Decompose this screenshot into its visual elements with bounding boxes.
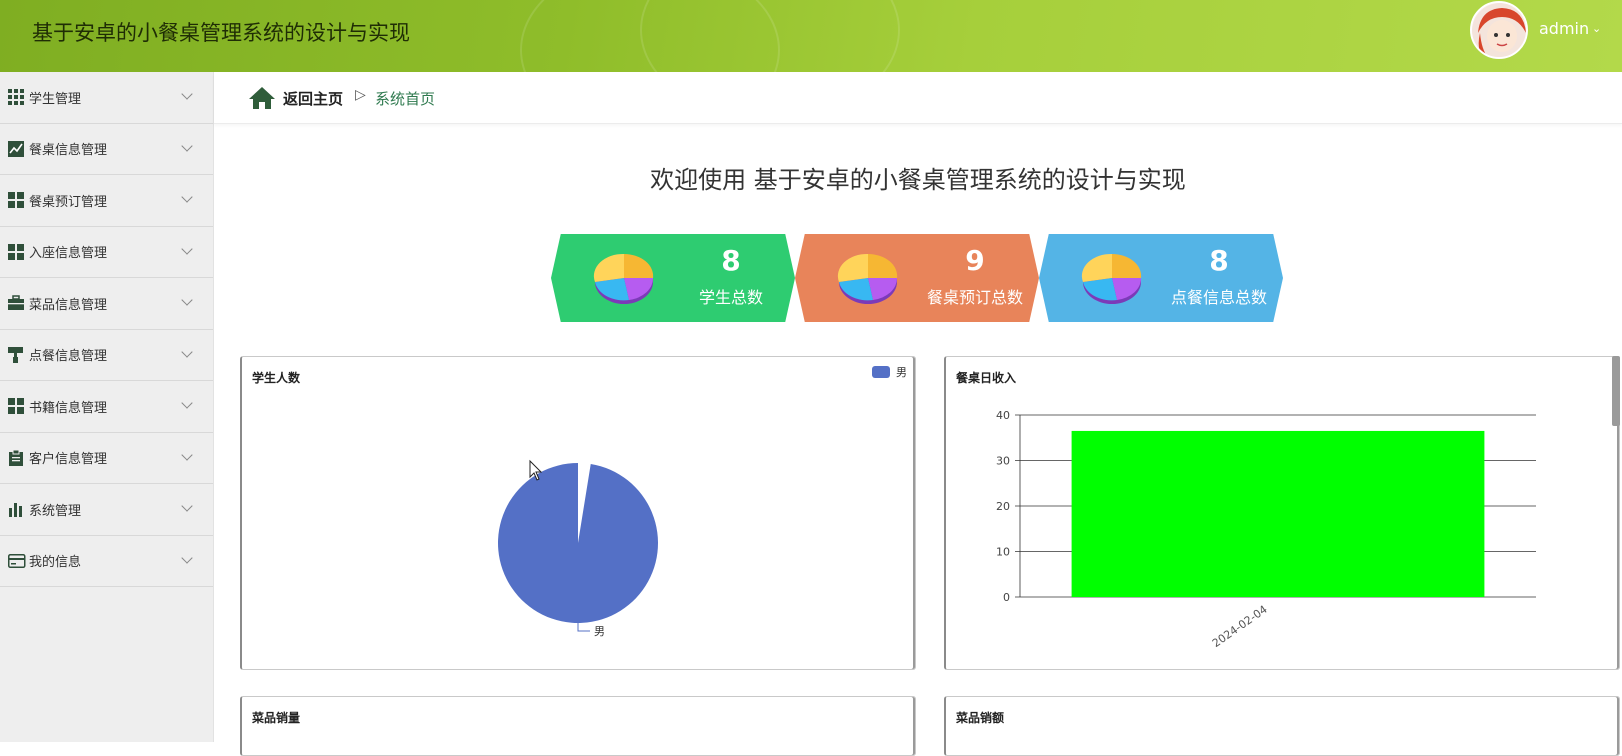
sidebar-item-student[interactable]: 学生管理: [0, 72, 213, 124]
chevron-down-icon: [181, 448, 193, 461]
sidebar-item-label: 菜品信息管理: [29, 297, 108, 313]
chevron-down-icon[interactable]: ⌄: [1592, 22, 1601, 35]
pie-slice[interactable]: [498, 463, 658, 623]
paint-roller-icon: [8, 346, 24, 363]
stat-card-orders: 8 点餐信息总数: [1039, 234, 1283, 322]
sidebar-item-label: 入座信息管理: [29, 246, 108, 262]
panel-title: 菜品销额: [956, 711, 1005, 725]
chevron-down-icon: [181, 242, 193, 255]
chevron-down-icon: [181, 500, 193, 512]
chevron-down-icon: [181, 294, 193, 306]
sidebar-item-system[interactable]: 系统管理: [0, 484, 213, 536]
stat-value: 8: [721, 244, 741, 277]
sidebar-item-table-booking[interactable]: 餐桌预订管理: [0, 175, 213, 227]
sidebar-item-label: 点餐信息管理: [29, 349, 108, 365]
pie-slice-label: 男: [594, 625, 605, 638]
student-count-panel: 学生人数 男 男: [240, 356, 916, 670]
grid-icon: [8, 89, 24, 106]
tiles-icon: [8, 398, 24, 415]
y-tick-label: 30: [996, 455, 1010, 468]
sidebar-item-table-info[interactable]: 餐桌信息管理: [0, 124, 213, 175]
chevron-down-icon: [181, 88, 193, 100]
line-chart-icon: [8, 140, 24, 157]
breadcrumb: 返回主页 ▷ 系统首页: [214, 72, 1622, 124]
dish-sales-amount-panel: 菜品销额: [944, 696, 1620, 756]
sidebar-item-book[interactable]: 书籍信息管理: [0, 381, 213, 433]
tiles-icon: [8, 192, 24, 209]
sidebar-item-label: 餐桌信息管理: [29, 143, 108, 159]
chevron-down-icon: [181, 139, 193, 152]
table-income-bar-chart: 0 10 20 30 40 2024-02-04: [996, 409, 1536, 650]
sidebar-item-customer[interactable]: 客户信息管理: [0, 433, 213, 484]
legend-label: 男: [896, 366, 907, 379]
sidebar-item-label: 客户信息管理: [29, 452, 108, 468]
home-icon[interactable]: [248, 86, 276, 114]
home-link[interactable]: 返回主页: [283, 88, 343, 109]
header-decoration: [640, 0, 900, 72]
chevron-down-icon: [181, 551, 193, 564]
table-income-panel: 餐桌日收入 0 10 20 30 40 2024-02-04: [944, 356, 1620, 670]
stat-caption: 点餐信息总数: [1170, 288, 1267, 307]
chevron-down-icon: [181, 397, 193, 409]
bar[interactable]: [1071, 430, 1485, 597]
user-name[interactable]: admin: [1539, 19, 1589, 38]
stat-card-students: 8 学生总数: [551, 234, 795, 322]
sidebar-item-label: 我的信息: [29, 555, 82, 571]
pie-chart-icon: [1081, 253, 1142, 304]
sidebar: 学生管理 餐桌信息管理 餐桌预订管理 入座信息管理 菜品信息管理 点餐信息管理: [0, 72, 214, 742]
chevron-down-icon: [181, 345, 193, 358]
sidebar-item-order[interactable]: 点餐信息管理: [0, 330, 213, 381]
pie-chart-icon: [593, 253, 654, 304]
y-tick-label: 40: [996, 409, 1010, 422]
dish-sales-qty-panel: 菜品销量: [240, 696, 916, 756]
sidebar-item-dish[interactable]: 菜品信息管理: [0, 278, 213, 330]
top-header: 基于安卓的小餐桌管理系统的设计与实现 admin ⌄: [0, 0, 1622, 72]
legend-swatch[interactable]: [872, 366, 890, 378]
y-tick-label: 10: [996, 546, 1010, 559]
stat-value: 9: [965, 244, 985, 277]
student-pie-chart: 男 男: [498, 366, 907, 638]
sidebar-item-seating[interactable]: 入座信息管理: [0, 227, 213, 278]
tiles-icon: [8, 243, 24, 260]
avatar[interactable]: [1470, 1, 1528, 59]
stat-caption: 餐桌预订总数: [926, 288, 1023, 307]
chevron-down-icon: [181, 191, 193, 203]
scrollbar-thumb[interactable]: [1612, 356, 1620, 426]
breadcrumb-separator: ▷: [355, 87, 366, 103]
y-tick-label: 0: [1003, 591, 1010, 604]
panel-title: 菜品销量: [252, 711, 301, 725]
stat-value: 8: [1209, 244, 1229, 277]
sidebar-item-label: 系统管理: [29, 503, 82, 519]
sidebar-item-label: 书籍信息管理: [29, 400, 108, 416]
sidebar-item-my-info[interactable]: 我的信息: [0, 536, 213, 587]
bar-chart-icon: [8, 501, 24, 518]
welcome-title: 欢迎使用 基于安卓的小餐桌管理系统的设计与实现: [650, 166, 1186, 194]
stat-caption: 学生总数: [698, 288, 763, 307]
sidebar-item-label: 学生管理: [29, 91, 82, 107]
stat-card-bookings: 9 餐桌预订总数: [795, 234, 1039, 322]
breadcrumb-current: 系统首页: [375, 90, 436, 108]
app-title: 基于安卓的小餐桌管理系统的设计与实现: [32, 21, 410, 45]
clipboard-icon: [8, 449, 24, 466]
y-tick-label: 20: [996, 500, 1010, 513]
briefcase-icon: [8, 295, 24, 311]
card-icon: [8, 553, 26, 569]
pie-chart-icon: [837, 253, 898, 304]
sidebar-item-label: 餐桌预订管理: [29, 194, 108, 210]
x-tick-label: 2024-02-04: [1210, 603, 1270, 650]
